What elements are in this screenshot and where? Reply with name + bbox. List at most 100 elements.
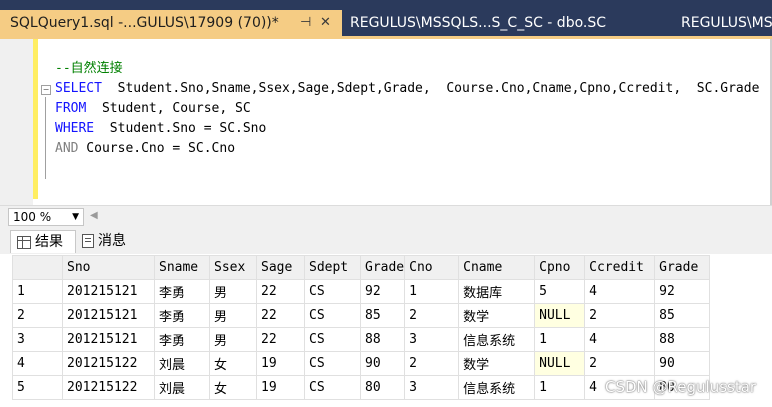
- table-row[interactable]: 1 201215121 李勇 男 22 CS 92 1 数据库 5 4 92: [12, 279, 711, 304]
- table-cell[interactable]: 数学: [458, 303, 536, 328]
- table-cell[interactable]: CS: [304, 351, 361, 376]
- table-cell[interactable]: 90: [654, 351, 711, 376]
- code-where-line: WHERE Student.Sno = SC.Sno: [55, 119, 266, 139]
- scroll-left-icon[interactable]: ◀: [90, 210, 98, 221]
- table-cell[interactable]: 刘晨: [154, 375, 210, 400]
- table-cell[interactable]: 88: [654, 327, 711, 352]
- table-cell[interactable]: 22: [256, 303, 305, 328]
- table-cell[interactable]: 李勇: [154, 327, 210, 352]
- table-cell[interactable]: 92: [359, 279, 406, 304]
- table-cell[interactable]: 88: [359, 327, 406, 352]
- table-cell[interactable]: 2: [584, 303, 656, 328]
- column-header[interactable]: Cname: [458, 255, 536, 280]
- table-row[interactable]: 3 201215121 李勇 男 22 CS 88 3 信息系统 1 4 88: [12, 327, 711, 352]
- table-cell[interactable]: 90: [359, 351, 406, 376]
- table-cell[interactable]: 19: [256, 375, 305, 400]
- row-number[interactable]: 4: [12, 351, 63, 376]
- pin-icon[interactable]: ⊣: [300, 10, 311, 36]
- table-cell[interactable]: 男: [209, 327, 257, 352]
- row-number[interactable]: 5: [12, 375, 63, 400]
- table-cell[interactable]: CS: [304, 303, 361, 328]
- column-header[interactable]: Sname: [154, 255, 210, 280]
- document-tab-strip: SQLQuery1.sql -...GULUS\17909 (70))* ⊣ ✕…: [0, 0, 772, 36]
- table-cell[interactable]: 2: [404, 303, 460, 328]
- table-cell[interactable]: 李勇: [154, 279, 210, 304]
- column-header[interactable]: Grade: [654, 255, 711, 280]
- table-cell[interactable]: 女: [209, 351, 257, 376]
- table-cell[interactable]: 3: [404, 327, 460, 352]
- table-row[interactable]: 2 201215121 李勇 男 22 CS 85 2 数学 NULL 2 85: [12, 303, 711, 328]
- table-cell[interactable]: 85: [359, 303, 406, 328]
- table-cell[interactable]: 22: [256, 279, 305, 304]
- where-condition: Student.Sno = SC.Sno: [94, 121, 267, 136]
- keyword-where: WHERE: [55, 121, 95, 136]
- column-header[interactable]: Sage: [256, 255, 305, 280]
- from-tables: Student, Course, SC: [86, 101, 251, 116]
- tab-messages[interactable]: 消息: [76, 230, 142, 252]
- row-number[interactable]: 2: [12, 303, 63, 328]
- fold-toggle-icon[interactable]: −: [41, 85, 51, 95]
- tab-results[interactable]: 结果: [10, 230, 76, 253]
- table-cell[interactable]: 李勇: [154, 303, 210, 328]
- table-row[interactable]: 4 201215122 刘晨 女 19 CS 90 2 数学 NULL 2 90: [12, 351, 711, 376]
- table-cell[interactable]: CS: [304, 375, 361, 400]
- table-cell[interactable]: 数据库: [458, 279, 536, 304]
- table-cell[interactable]: 22: [256, 327, 305, 352]
- table-cell[interactable]: 80: [359, 375, 406, 400]
- grid-corner[interactable]: [12, 255, 63, 280]
- table-cell[interactable]: 3: [404, 375, 460, 400]
- close-icon[interactable]: ✕: [320, 10, 331, 36]
- column-header[interactable]: Cno: [404, 255, 460, 280]
- table-cell[interactable]: 19: [256, 351, 305, 376]
- table-cell[interactable]: 85: [654, 303, 711, 328]
- table-cell[interactable]: CS: [304, 327, 361, 352]
- fold-line: [45, 97, 46, 179]
- keyword-from: FROM: [55, 101, 87, 116]
- code-comment-line: --自然连接: [55, 61, 123, 76]
- column-header[interactable]: Ssex: [209, 255, 257, 280]
- table-cell[interactable]: 201215121: [62, 327, 155, 352]
- tab-sqlquery1[interactable]: SQLQuery1.sql -...GULUS\17909 (70))* ⊣ ✕: [0, 10, 342, 36]
- column-header[interactable]: Grade: [359, 255, 406, 280]
- null-cell[interactable]: NULL: [534, 303, 586, 328]
- table-cell[interactable]: 数学: [458, 351, 536, 376]
- zoom-select[interactable]: 100 % ▼: [8, 208, 84, 226]
- table-cell[interactable]: 信息系统: [458, 375, 536, 400]
- code-and-line: AND Course.Cno = SC.Cno: [55, 139, 235, 159]
- chevron-down-icon: ▼: [72, 212, 79, 222]
- table-cell[interactable]: 201215122: [62, 375, 155, 400]
- table-cell[interactable]: 2: [404, 351, 460, 376]
- tab-results-label: 结果: [35, 234, 63, 250]
- table-cell[interactable]: CS: [304, 279, 361, 304]
- query-editor[interactable]: − --自然连接 SELECT Student.Sno,Sname,Ssex,S…: [0, 39, 772, 205]
- row-number[interactable]: 1: [12, 279, 63, 304]
- table-cell[interactable]: 女: [209, 375, 257, 400]
- table-cell[interactable]: 1: [534, 375, 586, 400]
- code-from-line: FROM Student, Course, SC: [55, 99, 251, 119]
- tab-title: REGULUS\MS: [681, 15, 772, 31]
- messages-icon: [82, 234, 94, 248]
- table-cell[interactable]: 201215121: [62, 279, 155, 304]
- table-cell[interactable]: 男: [209, 303, 257, 328]
- table-cell[interactable]: 2: [584, 351, 656, 376]
- table-cell[interactable]: 男: [209, 279, 257, 304]
- table-cell[interactable]: 1: [404, 279, 460, 304]
- table-cell[interactable]: 4: [584, 279, 656, 304]
- table-cell[interactable]: 1: [534, 327, 586, 352]
- table-cell[interactable]: 92: [654, 279, 711, 304]
- column-header[interactable]: Sdept: [304, 255, 361, 280]
- column-header[interactable]: Cpno: [534, 255, 586, 280]
- column-header[interactable]: Ccredit: [584, 255, 656, 280]
- table-cell[interactable]: 4: [584, 327, 656, 352]
- tab-regulus-ms[interactable]: REGULUS\MS: [681, 10, 772, 36]
- table-cell[interactable]: 刘晨: [154, 351, 210, 376]
- editor-status-bar: 100 % ▼ ◀: [0, 205, 772, 226]
- table-cell[interactable]: 5: [534, 279, 586, 304]
- tab-dbo-sc[interactable]: REGULUS\MSSQLS...S_C_SC - dbo.SC: [350, 10, 606, 36]
- column-header[interactable]: Sno: [62, 255, 155, 280]
- row-number[interactable]: 3: [12, 327, 63, 352]
- table-cell[interactable]: 201215122: [62, 351, 155, 376]
- table-cell[interactable]: 201215121: [62, 303, 155, 328]
- null-cell[interactable]: NULL: [534, 351, 586, 376]
- table-cell[interactable]: 信息系统: [458, 327, 536, 352]
